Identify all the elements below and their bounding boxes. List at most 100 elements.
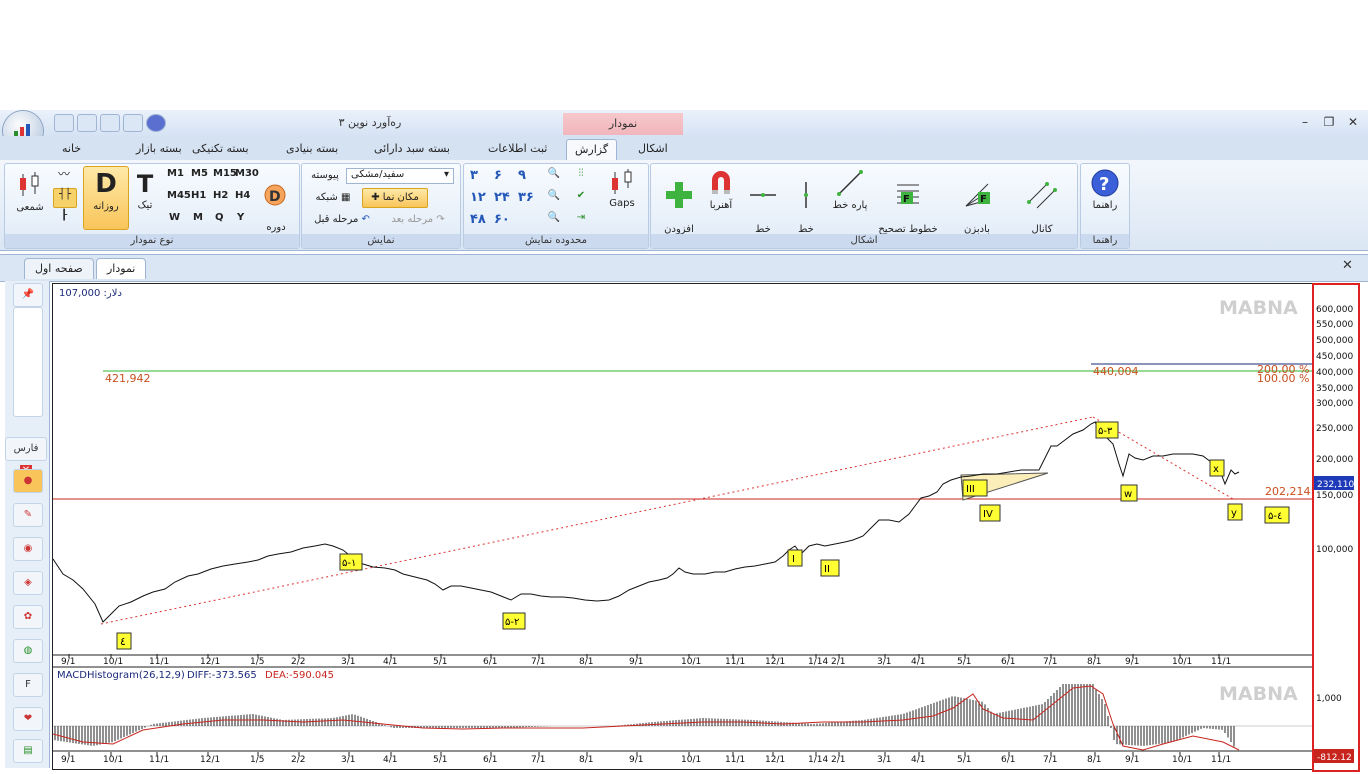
- step-type-button[interactable]: ┠: [53, 210, 75, 222]
- gaps-button[interactable]: Gaps: [602, 168, 642, 210]
- trendline-1[interactable]: [100, 416, 1094, 625]
- sidebar-tool-2[interactable]: ✎: [13, 503, 43, 527]
- range-6[interactable]: ۶: [494, 169, 502, 182]
- period-month[interactable]: M: [193, 212, 203, 224]
- restore-button[interactable]: ❐: [1320, 114, 1338, 130]
- minimize-button[interactable]: –: [1296, 114, 1314, 130]
- period-m5[interactable]: M5: [191, 168, 208, 180]
- tab-shapes[interactable]: اشکال: [630, 139, 676, 159]
- grid-button[interactable]: شبکه ▦: [306, 192, 360, 204]
- y-tick-label: 100,000: [1316, 545, 1353, 555]
- period-week[interactable]: W: [169, 212, 180, 224]
- wave-label-IV[interactable]: IV: [979, 504, 1001, 522]
- x-tick-label: 11/1: [149, 755, 169, 765]
- next-step-button[interactable]: مرحله بعد ↷: [382, 214, 454, 226]
- line-type-button[interactable]: 〰: [53, 168, 75, 180]
- svg-text:F: F: [903, 194, 910, 205]
- wave-label-y[interactable]: y: [1227, 503, 1243, 521]
- tick-button[interactable]: T تیک: [129, 168, 161, 212]
- magnet-button[interactable]: آهنربا: [703, 168, 739, 212]
- range-48[interactable]: ۴۸: [470, 213, 486, 226]
- period-h4[interactable]: H4: [235, 190, 250, 202]
- wave-label-5-1[interactable]: ۵-۱: [339, 553, 363, 571]
- sidebar-tool-1[interactable]: ●: [13, 469, 43, 493]
- sidebar-tool-8[interactable]: ▤: [13, 739, 43, 763]
- help-icon[interactable]: [146, 114, 166, 132]
- range-12[interactable]: ۱۲: [470, 191, 486, 204]
- sidebar-tool-3[interactable]: ◉: [13, 537, 43, 561]
- candle-up-icon[interactable]: ⫶⫶: [570, 168, 592, 180]
- tab-fundamental-pack[interactable]: بسته بنیادی: [278, 139, 346, 159]
- period-h2[interactable]: H2: [213, 190, 228, 202]
- sidebar-tool-4[interactable]: ◈: [13, 571, 43, 595]
- chevron-down-icon: ▾: [443, 169, 449, 180]
- symbol-chip[interactable]: فارس ✕: [5, 437, 47, 476]
- crosshair-icon: ✚: [371, 192, 383, 203]
- heart-icon[interactable]: ❤: [13, 707, 43, 731]
- wave-label-x[interactable]: x: [1209, 459, 1225, 477]
- question-icon: ?: [1091, 169, 1119, 197]
- period-quarter[interactable]: Q: [215, 212, 224, 224]
- period-m30[interactable]: M30: [235, 168, 259, 180]
- period-year[interactable]: Y: [237, 212, 244, 224]
- close-window-button[interactable]: ✕: [1344, 114, 1362, 130]
- zoom-reset-icon[interactable]: 🔍: [544, 212, 564, 224]
- guide-button[interactable]: ? راهنما: [1083, 168, 1127, 212]
- tab-report[interactable]: گزارش: [566, 139, 618, 160]
- candle-button[interactable]: شمعی: [9, 170, 51, 214]
- tick-label: تیک: [137, 200, 153, 211]
- prev-step-button[interactable]: مرحله قبل ↶: [306, 214, 378, 226]
- doc-tab-chart[interactable]: نمودار: [96, 258, 147, 279]
- mini-list[interactable]: [13, 307, 43, 417]
- tab-market-pack[interactable]: بسته بازار: [128, 139, 190, 159]
- doc-tab-first-page[interactable]: صفحه اول: [24, 258, 94, 279]
- wave-label-II[interactable]: II: [820, 559, 840, 577]
- clock-d-icon: D: [264, 184, 286, 206]
- period-m1[interactable]: M1: [167, 168, 184, 180]
- theme-select[interactable]: سفید/مشکی ▾: [346, 168, 454, 184]
- zoom-in-icon[interactable]: 🔍: [544, 168, 564, 180]
- sidebar-tool-6[interactable]: ◍: [13, 639, 43, 663]
- tab-data-entry[interactable]: ثبت اطلاعات: [480, 139, 555, 159]
- wave-label-I[interactable]: I: [787, 549, 803, 567]
- save-icon[interactable]: [54, 114, 74, 132]
- range-36[interactable]: ۳۶: [518, 191, 534, 204]
- x-tick-label: 6/1: [483, 755, 497, 765]
- range-60[interactable]: ۶۰: [494, 213, 510, 226]
- close-document-icon[interactable]: ✕: [1342, 258, 1353, 273]
- price-axis-panel[interactable]: 600,000 550,000 500,000 450,000 400,000 350,0…: [1312, 283, 1360, 772]
- preview-icon[interactable]: [100, 114, 120, 132]
- tab-technical-pack[interactable]: بسته تکنیکی: [184, 139, 257, 159]
- tab-home[interactable]: خانه: [54, 139, 89, 159]
- bar-type-button[interactable]: ┤├: [53, 188, 77, 208]
- period-m45[interactable]: M45: [167, 190, 191, 202]
- window-icon[interactable]: [123, 114, 143, 132]
- period-h1[interactable]: H1: [191, 190, 206, 202]
- sidebar-tool-7[interactable]: F: [13, 673, 43, 697]
- magnet-icon: [712, 171, 730, 194]
- pin-icon[interactable]: 📌: [13, 283, 43, 307]
- wave-label-5-3[interactable]: ۵-۳: [1095, 421, 1119, 439]
- scroll-end-icon[interactable]: ⇥: [570, 212, 592, 224]
- daily-button[interactable]: D روزانه: [83, 166, 129, 230]
- wave-label-5-2[interactable]: ۵-۲: [502, 612, 526, 630]
- print-icon[interactable]: [77, 114, 97, 132]
- sidebar-tool-5[interactable]: ✿: [13, 605, 43, 629]
- tab-portfolio-pack[interactable]: بسته سبد دارائی: [366, 139, 458, 159]
- chart-panel[interactable]: دلار: 107,000 MABNA 421,942 202,214 440,…: [52, 283, 1316, 770]
- context-tab-chart[interactable]: نمودار: [563, 113, 683, 135]
- wave-label-w[interactable]: w: [1120, 484, 1138, 502]
- continuous-toggle[interactable]: پیوسته: [306, 170, 344, 182]
- wave-label-III[interactable]: III: [962, 479, 988, 497]
- cursor-button[interactable]: ✚ مکان نما: [362, 188, 428, 208]
- horizontal-line-icon: [750, 193, 776, 197]
- wave-label-4[interactable]: ٤: [116, 632, 132, 650]
- wave-label-5-4[interactable]: ۵-٤: [1264, 506, 1290, 524]
- check-icon[interactable]: ✔: [570, 190, 592, 202]
- range-24[interactable]: ۲۴: [494, 191, 510, 204]
- zoom-out-icon[interactable]: 🔍: [544, 190, 564, 202]
- segment-button[interactable]: پاره خط: [829, 168, 871, 212]
- period-m15[interactable]: M15: [213, 168, 237, 180]
- range-9[interactable]: ۹: [518, 169, 526, 182]
- range-3[interactable]: ۳: [470, 169, 478, 182]
